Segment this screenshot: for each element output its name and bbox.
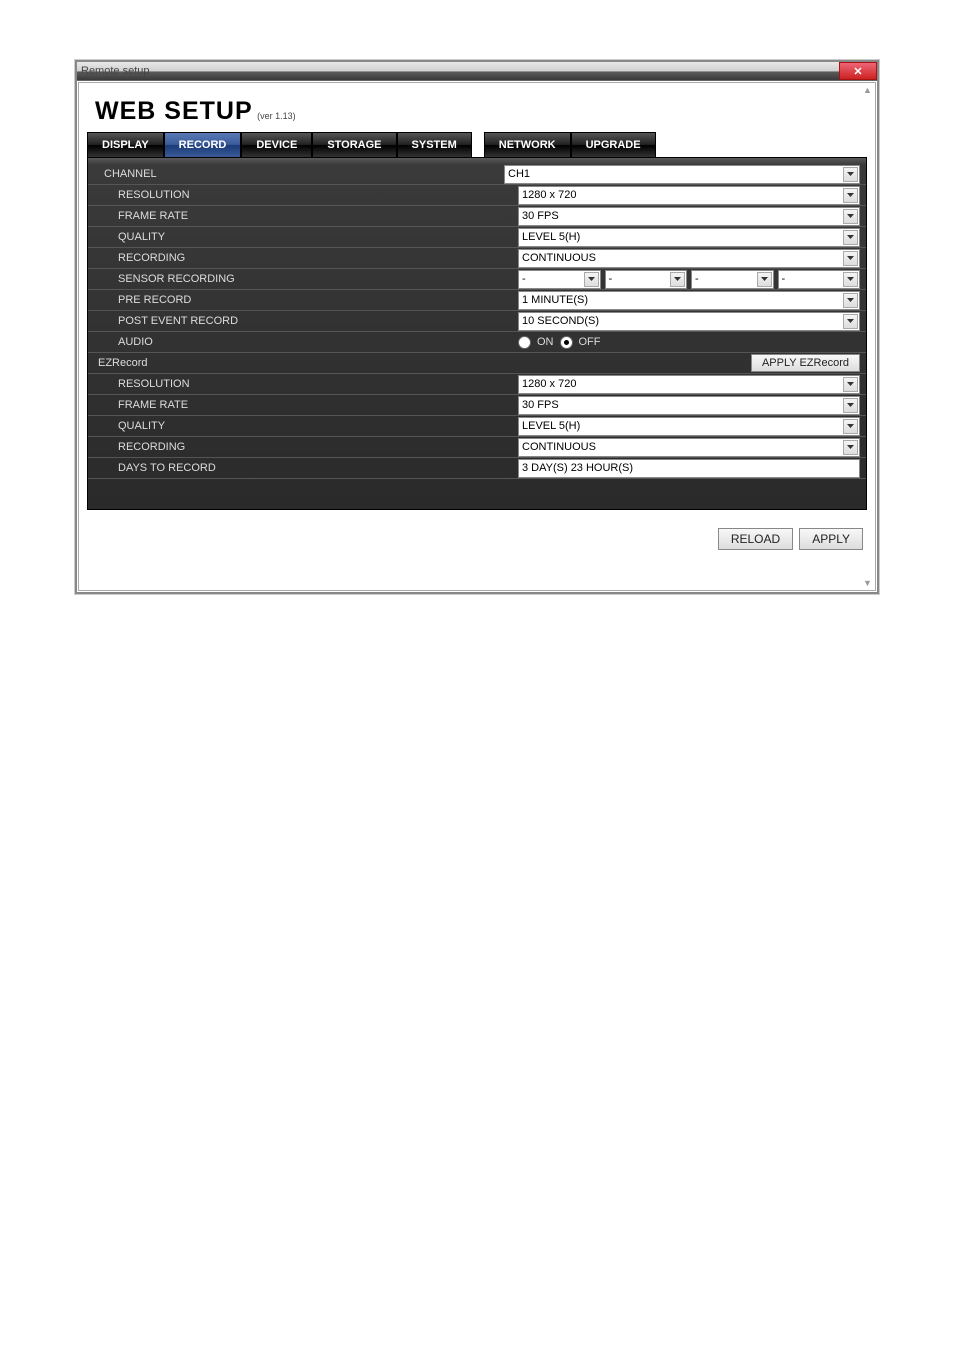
chevron-down-icon bbox=[843, 272, 858, 287]
chevron-down-icon bbox=[843, 293, 858, 308]
chevron-down-icon bbox=[843, 167, 858, 182]
window-title: Remote setup bbox=[77, 65, 149, 77]
quality-select[interactable]: LEVEL 5(H) bbox=[518, 228, 860, 247]
chevron-down-icon bbox=[843, 398, 858, 413]
chevron-down-icon bbox=[584, 272, 599, 287]
sensor2-select[interactable]: - bbox=[605, 270, 688, 289]
tab-storage[interactable]: STORAGE bbox=[312, 132, 396, 157]
ez-framerate-select[interactable]: 30 FPS bbox=[518, 396, 860, 415]
tab-network[interactable]: NETWORK bbox=[484, 132, 571, 157]
ez-recording-select[interactable]: CONTINUOUS bbox=[518, 438, 860, 457]
chevron-down-icon bbox=[757, 272, 772, 287]
audio-off-label: OFF bbox=[579, 336, 601, 348]
close-icon: ✕ bbox=[853, 65, 862, 78]
label-quality: QUALITY bbox=[88, 231, 518, 243]
postevent-select[interactable]: 10 SECOND(S) bbox=[518, 312, 860, 331]
sensor4-select[interactable]: - bbox=[778, 270, 861, 289]
label-ezrecord: EZRecord bbox=[88, 357, 751, 369]
label-audio: AUDIO bbox=[88, 336, 518, 348]
label-ez-framerate: FRAME RATE bbox=[88, 399, 518, 411]
days-value: 3 DAY(S) 23 HOUR(S) bbox=[518, 459, 860, 478]
header: WEB SETUP (ver 1.13) bbox=[79, 83, 875, 132]
label-ez-quality: QUALITY bbox=[88, 420, 518, 432]
remote-setup-window: Remote setup ✕ ▲ WEB SETUP (ver 1.13) DI… bbox=[75, 60, 879, 594]
close-button[interactable]: ✕ bbox=[839, 62, 877, 80]
audio-on-label: ON bbox=[537, 336, 554, 348]
ez-resolution-select[interactable]: 1280 x 720 bbox=[518, 375, 860, 394]
audio-off-radio[interactable] bbox=[560, 336, 573, 349]
tabs: DISPLAY RECORD DEVICE STORAGE SYSTEM NET… bbox=[79, 132, 875, 157]
chevron-down-icon bbox=[843, 314, 858, 329]
scroll-down-icon[interactable]: ▼ bbox=[863, 578, 873, 588]
label-postevent: POST EVENT RECORD bbox=[88, 315, 518, 327]
apply-ezrecord-button[interactable]: APPLY EZRecord bbox=[751, 354, 860, 372]
chevron-down-icon bbox=[843, 230, 858, 245]
settings-panel: CHANNEL CH1 RESOLUTION 1280 x 720 bbox=[87, 157, 867, 510]
chevron-down-icon bbox=[843, 440, 858, 455]
resolution-select[interactable]: 1280 x 720 bbox=[518, 186, 860, 205]
label-ez-recording: RECORDING bbox=[88, 441, 518, 453]
scroll-up-icon[interactable]: ▲ bbox=[863, 85, 873, 95]
label-recording: RECORDING bbox=[88, 252, 518, 264]
label-ez-resolution: RESOLUTION bbox=[88, 378, 518, 390]
label-prerecord: PRE RECORD bbox=[88, 294, 518, 306]
sensor3-select[interactable]: - bbox=[691, 270, 774, 289]
tab-system[interactable]: SYSTEM bbox=[397, 132, 472, 157]
chevron-down-icon bbox=[843, 251, 858, 266]
tab-upgrade[interactable]: UPGRADE bbox=[571, 132, 656, 157]
apply-button[interactable]: APPLY bbox=[799, 528, 863, 550]
chevron-down-icon bbox=[843, 188, 858, 203]
titlebar: Remote setup ✕ bbox=[77, 62, 877, 81]
version-text: (ver 1.13) bbox=[257, 111, 296, 121]
prerecord-select[interactable]: 1 MINUTE(S) bbox=[518, 291, 860, 310]
channel-select[interactable]: CH1 bbox=[504, 165, 860, 184]
reload-button[interactable]: RELOAD bbox=[718, 528, 793, 550]
tab-display[interactable]: DISPLAY bbox=[87, 132, 164, 157]
label-sensor: SENSOR RECORDING bbox=[88, 273, 518, 285]
framerate-select[interactable]: 30 FPS bbox=[518, 207, 860, 226]
content-area: ▲ WEB SETUP (ver 1.13) DISPLAY RECORD DE… bbox=[78, 82, 876, 591]
footer: RELOAD APPLY bbox=[79, 510, 875, 590]
label-framerate: FRAME RATE bbox=[88, 210, 518, 222]
audio-on-radio[interactable] bbox=[518, 336, 531, 349]
chevron-down-icon bbox=[843, 209, 858, 224]
chevron-down-icon bbox=[843, 377, 858, 392]
label-channel: CHANNEL bbox=[88, 168, 504, 180]
ez-quality-select[interactable]: LEVEL 5(H) bbox=[518, 417, 860, 436]
recording-select[interactable]: CONTINUOUS bbox=[518, 249, 860, 268]
sensor1-select[interactable]: - bbox=[518, 270, 601, 289]
page-title: WEB SETUP bbox=[95, 97, 253, 125]
chevron-down-icon bbox=[843, 419, 858, 434]
tab-device[interactable]: DEVICE bbox=[241, 132, 312, 157]
label-days: DAYS TO RECORD bbox=[88, 462, 518, 474]
label-resolution: RESOLUTION bbox=[88, 189, 518, 201]
tab-record[interactable]: RECORD bbox=[164, 132, 242, 157]
chevron-down-icon bbox=[670, 272, 685, 287]
